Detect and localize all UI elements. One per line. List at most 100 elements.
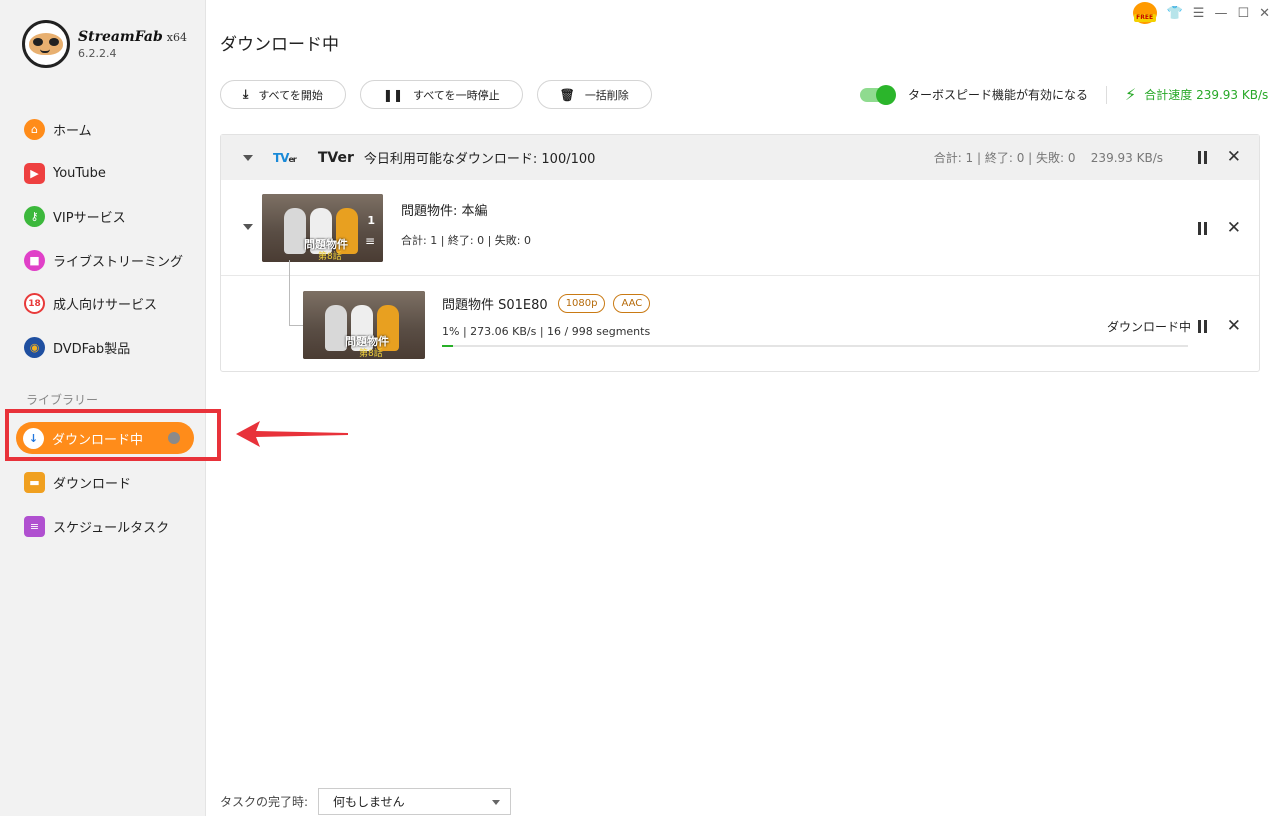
group-actions: ✕	[1197, 149, 1241, 166]
completion-action-select[interactable]: 何もしません	[318, 788, 512, 815]
free-badge-label: FREE	[1133, 14, 1156, 22]
task-thumbnail: 問題物件 第8話 1 ≡	[262, 194, 383, 262]
brand-name: StreamFab x64	[78, 28, 187, 45]
library-section-label: ライブラリー	[26, 393, 99, 407]
minimize-icon[interactable]: —	[1214, 6, 1227, 21]
playlist-icon: ≡	[364, 234, 375, 248]
group-pause-button[interactable]	[1197, 151, 1207, 164]
sloth-logo-icon	[22, 20, 70, 68]
footer: タスクの完了時: 何もしません	[220, 788, 512, 815]
group-header: TVer TVer 今日利用可能なダウンロード: 100/100 合計: 1 |…	[221, 135, 1259, 180]
sidebar-item-label: VIPサービス	[53, 211, 126, 227]
sidebar-item-adult[interactable]: 18 成人向けサービス	[0, 282, 206, 326]
close-window-icon[interactable]: ✕	[1259, 6, 1270, 21]
pause-all-label: すべてを一時停止	[413, 88, 500, 102]
youtube-icon: ▶	[24, 162, 45, 184]
annotation-highlight-box	[5, 409, 221, 461]
total-speed-label: 合計速度 239.93 KB/s	[1144, 88, 1269, 102]
sidebar-item-dvdfab[interactable]: ◉ DVDFab製品	[0, 326, 206, 370]
download-icon: ⤓	[243, 87, 249, 101]
start-all-button[interactable]: ⤓ すべてを開始	[220, 80, 346, 109]
tver-logo-icon: TVer	[273, 150, 297, 165]
folder-icon: ▬	[24, 471, 45, 493]
sidebar: StreamFab x64 6.2.2.4 ⌂ ホーム ▶ YouTube ⚷ V…	[0, 0, 206, 816]
episode-title-row: 問題物件 S01E80 1080p AAC	[442, 294, 651, 313]
pause-all-button[interactable]: ❚❚ すべてを一時停止	[359, 80, 523, 109]
thumb-episode: 第8話	[318, 252, 342, 262]
lightning-icon: ⚡	[1125, 85, 1137, 104]
brand-arch: x64	[166, 30, 187, 44]
group-speed: 239.93 KB/s	[1090, 151, 1163, 165]
sidebar-item-label: YouTube	[53, 165, 106, 181]
task-collapse-caret-icon[interactable]	[243, 224, 253, 230]
group-close-button[interactable]: ✕	[1227, 149, 1241, 166]
sidebar-item-label: ホーム	[53, 124, 92, 140]
task-actions: ✕	[1197, 220, 1241, 237]
turbo-area: ターボスピード機能が有効になる ⚡ 合計速度 239.93 KB/s	[860, 84, 1268, 105]
sidebar-item-home[interactable]: ⌂ ホーム	[0, 108, 206, 152]
dvdfab-icon: ◉	[24, 336, 45, 358]
episode-title: 問題物件 S01E80	[442, 298, 548, 313]
live-camera-icon: ■	[24, 249, 45, 271]
group-service-name: TVer	[317, 149, 354, 166]
episode-status: ダウンロード中	[1106, 320, 1191, 334]
app-logo-area: StreamFab x64 6.2.2.4	[22, 20, 187, 68]
episode-thumb-episode: 第8話	[359, 349, 383, 359]
audio-badge: AAC	[613, 294, 651, 313]
key-icon: ⚷	[24, 206, 45, 228]
app-window: StreamFab x64 6.2.2.4 ⌂ ホーム ▶ YouTube ⚷ V…	[0, 0, 1280, 816]
sidebar-item-label: DVDFab製品	[53, 341, 131, 357]
resolution-badge: 1080p	[557, 294, 606, 313]
adult-forbidden-icon: 18	[24, 293, 45, 315]
schedule-list-icon: ≡	[24, 515, 45, 537]
episode-thumbnail: 問題物件 第8話	[303, 291, 425, 359]
sidebar-item-vip[interactable]: ⚷ VIPサービス	[0, 195, 206, 239]
sidebar-nav: ⌂ ホーム ▶ YouTube ⚷ VIPサービス ■ ライブストリーミング 1…	[0, 108, 206, 369]
sidebar-item-schedule[interactable]: ≡ スケジュールタスク	[0, 504, 206, 548]
total-speed: ⚡ 合計速度 239.93 KB/s	[1125, 85, 1268, 104]
home-icon: ⌂	[24, 119, 45, 141]
task-stats: 合計: 1 | 終了: 0 | 失敗: 0	[401, 234, 532, 247]
turbo-toggle[interactable]	[860, 84, 896, 105]
main-panel: ダウンロード中 FREE 👕 ☰ — ☐ ✕ ⤓ すべてを開始 ❚❚ すべてを一…	[206, 0, 1280, 816]
episode-close-button[interactable]: ✕	[1227, 318, 1241, 335]
skin-shirt-icon[interactable]: 👕	[1167, 6, 1183, 21]
start-all-label: すべてを開始	[258, 88, 323, 102]
collapse-caret-icon[interactable]	[243, 154, 253, 161]
download-group: TVer TVer 今日利用可能なダウンロード: 100/100 合計: 1 |…	[220, 134, 1260, 372]
divider	[1106, 85, 1108, 104]
sidebar-item-label: ライブストリーミング	[53, 254, 184, 270]
window-controls: FREE 👕 ☰ — ☐ ✕	[1132, 2, 1270, 24]
sidebar-item-downloaded[interactable]: ▬ ダウンロード	[0, 460, 206, 504]
app-version: 6.2.2.4	[78, 46, 117, 60]
menu-icon[interactable]: ☰	[1193, 6, 1205, 21]
episode-row: 問題物件 第8話 問題物件 S01E80 1080p AAC 1% | 273.…	[221, 260, 1259, 371]
episode-actions: ✕	[1197, 318, 1241, 335]
episode-stats: 1% | 273.06 KB/s | 16 / 998 segments	[442, 325, 651, 338]
task-title: 問題物件: 本編	[401, 204, 488, 219]
completion-label: タスクの完了時:	[220, 795, 309, 809]
episode-progress-bar	[442, 345, 1188, 347]
progress-fill	[442, 345, 454, 347]
task-pause-button[interactable]	[1197, 222, 1207, 235]
sidebar-item-live[interactable]: ■ ライブストリーミング	[0, 239, 206, 283]
completion-selected-value: 何もしません	[333, 795, 405, 809]
free-gift-icon[interactable]: FREE	[1132, 2, 1157, 24]
episode-pause-button[interactable]	[1197, 320, 1207, 333]
page-title: ダウンロード中	[220, 35, 339, 55]
tree-connector	[289, 260, 303, 326]
group-stats: 合計: 1 | 終了: 0 | 失敗: 0 239.93 KB/s	[933, 151, 1163, 165]
delete-all-button[interactable]: 🗑 一括削除	[536, 80, 652, 109]
sidebar-item-youtube[interactable]: ▶ YouTube	[0, 152, 206, 196]
task-close-button[interactable]: ✕	[1227, 220, 1241, 237]
sidebar-item-label: ダウンロード	[53, 476, 132, 492]
pause-icon: ❚❚	[382, 87, 403, 102]
maximize-icon[interactable]: ☐	[1237, 6, 1249, 21]
turbo-label: ターボスピード機能が有効になる	[908, 88, 1089, 102]
delete-all-label: 一括削除	[584, 88, 629, 102]
trash-icon: 🗑	[559, 87, 575, 102]
toolbar: ⤓ すべてを開始 ❚❚ すべてを一時停止 🗑 一括削除	[220, 80, 652, 109]
thumb-count: 1	[367, 214, 375, 227]
group-availability: 今日利用可能なダウンロード: 100/100	[363, 152, 596, 167]
sidebar-item-label: スケジュールタスク	[53, 520, 170, 536]
